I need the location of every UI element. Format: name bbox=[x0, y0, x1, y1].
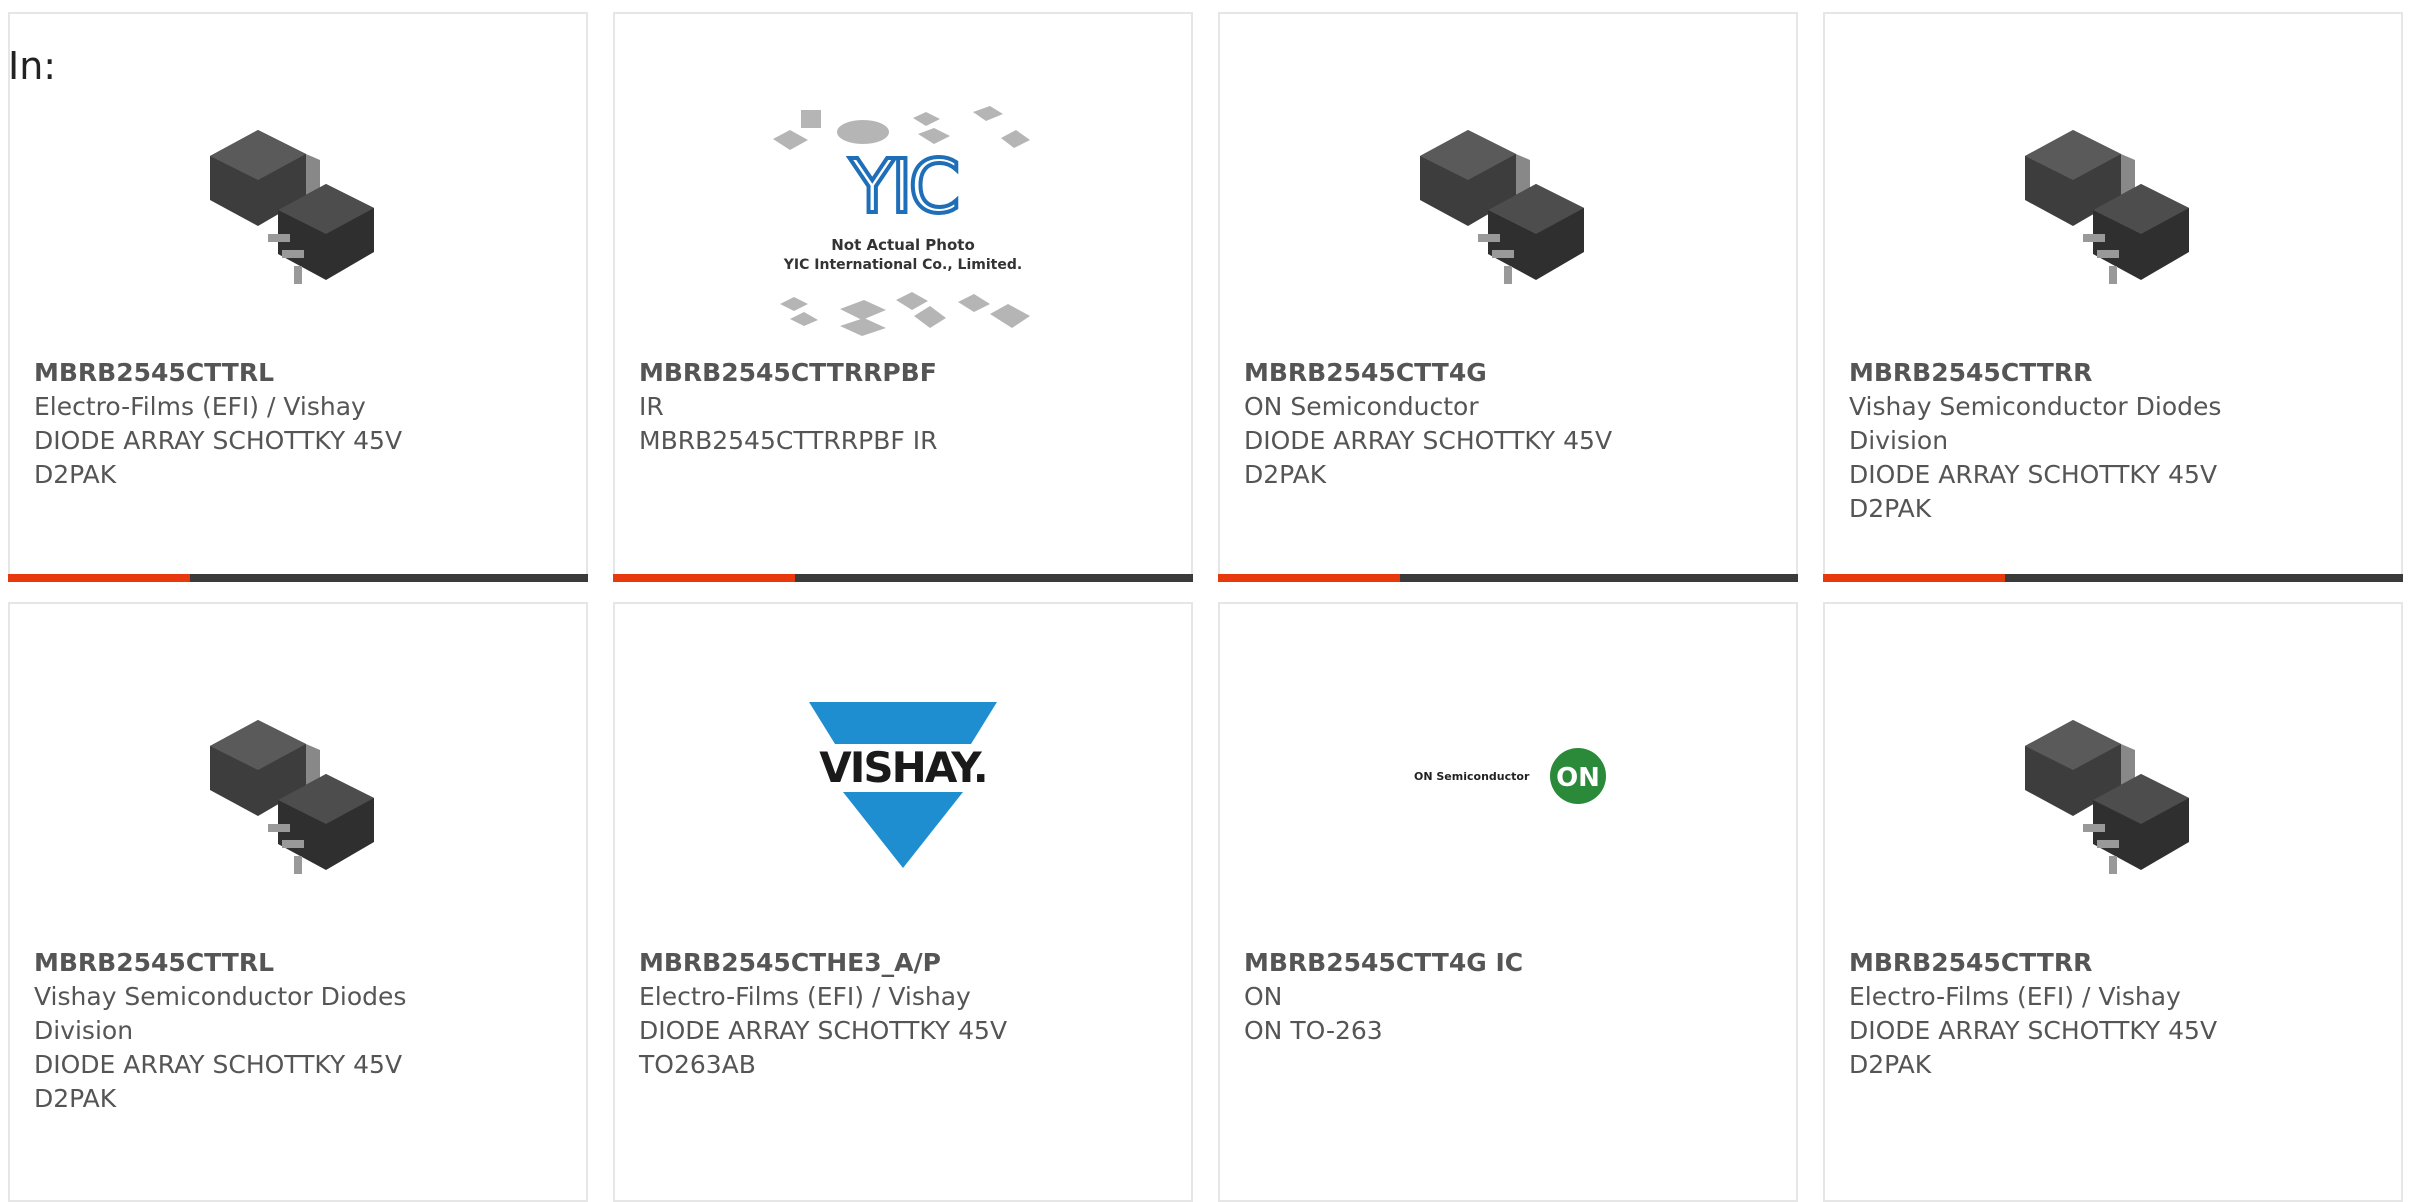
description: DIODE ARRAY SCHOTTKY 45V bbox=[1849, 1016, 2218, 1045]
d2pak-package-icon bbox=[198, 84, 398, 284]
vishay-logo: VISHAY. bbox=[803, 686, 1003, 886]
description: DIODE ARRAY SCHOTTKY 45V bbox=[34, 426, 403, 455]
on-circle-text: ON bbox=[1556, 763, 1600, 793]
part-number[interactable]: MBRB2545CTHE3_A/P bbox=[639, 946, 1059, 980]
product-info: MBRB2545CTTRR Electro-Films (EFI) / Vish… bbox=[1849, 946, 2269, 1082]
card-accent bbox=[1218, 574, 1400, 582]
product-info: MBRB2545CTHE3_A/P Electro-Films (EFI) / … bbox=[639, 946, 1059, 1082]
description: DIODE ARRAY SCHOTTKY 45V bbox=[639, 1016, 1008, 1045]
part-number[interactable]: MBRB2545CTTRL bbox=[34, 946, 434, 980]
part-number[interactable]: MBRB2545CTTRL bbox=[34, 356, 454, 390]
product-card[interactable]: MBRB2545CTTRR Vishay Semiconductor Diode… bbox=[1823, 12, 2403, 582]
product-card[interactable]: ON Semiconductor ON MBRB2545CTT4G IC ON … bbox=[1218, 602, 1798, 1202]
d2pak-package-icon bbox=[198, 674, 398, 874]
manufacturer: Electro-Films (EFI) / Vishay bbox=[639, 982, 971, 1011]
on-semiconductor-logo: ON Semiconductor ON bbox=[1408, 674, 1608, 874]
product-card[interactable]: MBRB2545CTTRL Electro-Films (EFI) / Vish… bbox=[8, 12, 588, 582]
card-bottom-bar bbox=[8, 574, 588, 582]
card-bottom-bar bbox=[613, 574, 1193, 582]
description: DIODE ARRAY SCHOTTKY 45V bbox=[1244, 426, 1613, 455]
card-accent bbox=[8, 574, 190, 582]
product-info: MBRB2545CTTRL Vishay Semiconductor Diode… bbox=[34, 946, 434, 1116]
manufacturer: ON Semiconductor bbox=[1244, 392, 1479, 421]
product-info: MBRB2545CTTRR Vishay Semiconductor Diode… bbox=[1849, 356, 2249, 526]
card-accent bbox=[613, 574, 795, 582]
d2pak-package-icon bbox=[2013, 84, 2213, 284]
card-bottom-bar bbox=[1823, 574, 2403, 582]
yic-not-actual-photo-icon: YIC Not Actual Photo YIC International C… bbox=[768, 104, 1038, 349]
on-semiconductor-text: ON Semiconductor bbox=[1414, 770, 1530, 783]
product-card[interactable]: MBRB2545CTT4G ON Semiconductor DIODE ARR… bbox=[1218, 12, 1798, 582]
d2pak-package-icon bbox=[2013, 674, 2213, 874]
part-number[interactable]: MBRB2545CTTRR bbox=[1849, 356, 2249, 390]
manufacturer: Vishay Semiconductor Diodes Division bbox=[1849, 392, 2222, 455]
description: MBRB2545CTTRRPBF IR bbox=[639, 426, 938, 455]
package: D2PAK bbox=[1849, 1050, 1932, 1079]
package: D2PAK bbox=[1244, 460, 1327, 489]
d2pak-package-icon bbox=[1408, 84, 1608, 284]
package: D2PAK bbox=[34, 1084, 117, 1113]
description: DIODE ARRAY SCHOTTKY 45V bbox=[34, 1050, 403, 1079]
part-number[interactable]: MBRB2545CTT4G IC bbox=[1244, 946, 1664, 980]
product-card[interactable]: MBRB2545CTTRL Vishay Semiconductor Diode… bbox=[8, 602, 588, 1202]
image-caption-2: YIC International Co., Limited. bbox=[783, 257, 1022, 273]
yic-logo-text: YIC bbox=[849, 144, 957, 230]
image-caption-1: Not Actual Photo bbox=[831, 236, 975, 254]
product-grid: MBRB2545CTTRL Electro-Films (EFI) / Vish… bbox=[8, 12, 2403, 1202]
manufacturer: Electro-Films (EFI) / Vishay bbox=[34, 392, 366, 421]
product-info: MBRB2545CTT4G ON Semiconductor DIODE ARR… bbox=[1244, 356, 1664, 492]
card-accent bbox=[1823, 574, 2005, 582]
product-info: MBRB2545CTTRRPBF IR MBRB2545CTTRRPBF IR bbox=[639, 356, 1059, 458]
package: D2PAK bbox=[34, 460, 117, 489]
manufacturer: IR bbox=[639, 392, 664, 421]
description: ON TO-263 bbox=[1244, 1016, 1383, 1045]
product-card[interactable]: MBRB2545CTTRR Electro-Films (EFI) / Vish… bbox=[1823, 602, 2403, 1202]
card-bottom-bar bbox=[1218, 574, 1798, 582]
product-info: MBRB2545CTTRL Electro-Films (EFI) / Vish… bbox=[34, 356, 454, 492]
vishay-logo-text: VISHAY. bbox=[819, 743, 986, 792]
part-number[interactable]: MBRB2545CTT4G bbox=[1244, 356, 1664, 390]
part-number[interactable]: MBRB2545CTTRR bbox=[1849, 946, 2269, 980]
package: D2PAK bbox=[1849, 494, 1932, 523]
manufacturer: Electro-Films (EFI) / Vishay bbox=[1849, 982, 2181, 1011]
product-info: MBRB2545CTT4G IC ON ON TO-263 bbox=[1244, 946, 1664, 1048]
product-card[interactable]: YIC Not Actual Photo YIC International C… bbox=[613, 12, 1193, 582]
in-label: In: bbox=[8, 44, 57, 88]
product-card[interactable]: VISHAY. MBRB2545CTHE3_A/P Electro-Films … bbox=[613, 602, 1193, 1202]
part-number[interactable]: MBRB2545CTTRRPBF bbox=[639, 356, 1059, 390]
description: DIODE ARRAY SCHOTTKY 45V bbox=[1849, 460, 2218, 489]
manufacturer: ON bbox=[1244, 982, 1283, 1011]
package: TO263AB bbox=[639, 1050, 756, 1079]
manufacturer: Vishay Semiconductor Diodes Division bbox=[34, 982, 407, 1045]
